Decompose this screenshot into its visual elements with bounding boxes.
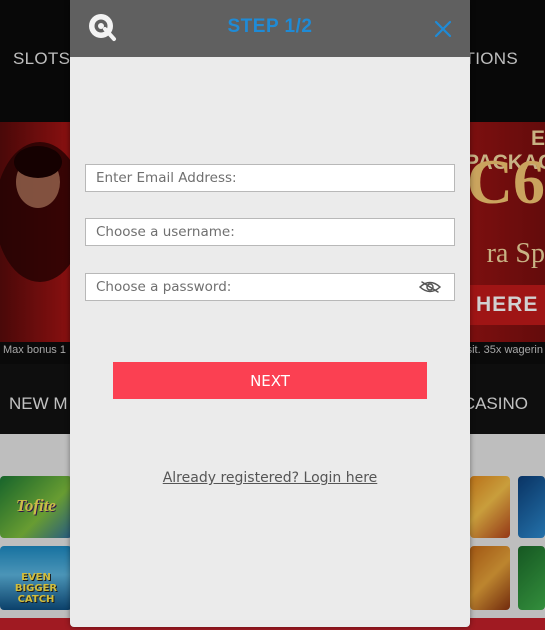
eye-slash-icon[interactable] xyxy=(418,279,442,295)
username-field[interactable] xyxy=(85,218,455,246)
modal-title: STEP 1/2 xyxy=(227,16,313,37)
close-icon[interactable] xyxy=(432,18,454,40)
email-field[interactable] xyxy=(85,164,455,192)
next-button[interactable]: NEXT xyxy=(113,362,427,399)
signup-modal: STEP 1/2 NEXT Already registered? Login … xyxy=(70,0,470,627)
modal-header: STEP 1/2 xyxy=(70,0,470,57)
password-field[interactable] xyxy=(85,273,455,301)
login-link[interactable]: Already registered? Login here xyxy=(70,470,470,486)
